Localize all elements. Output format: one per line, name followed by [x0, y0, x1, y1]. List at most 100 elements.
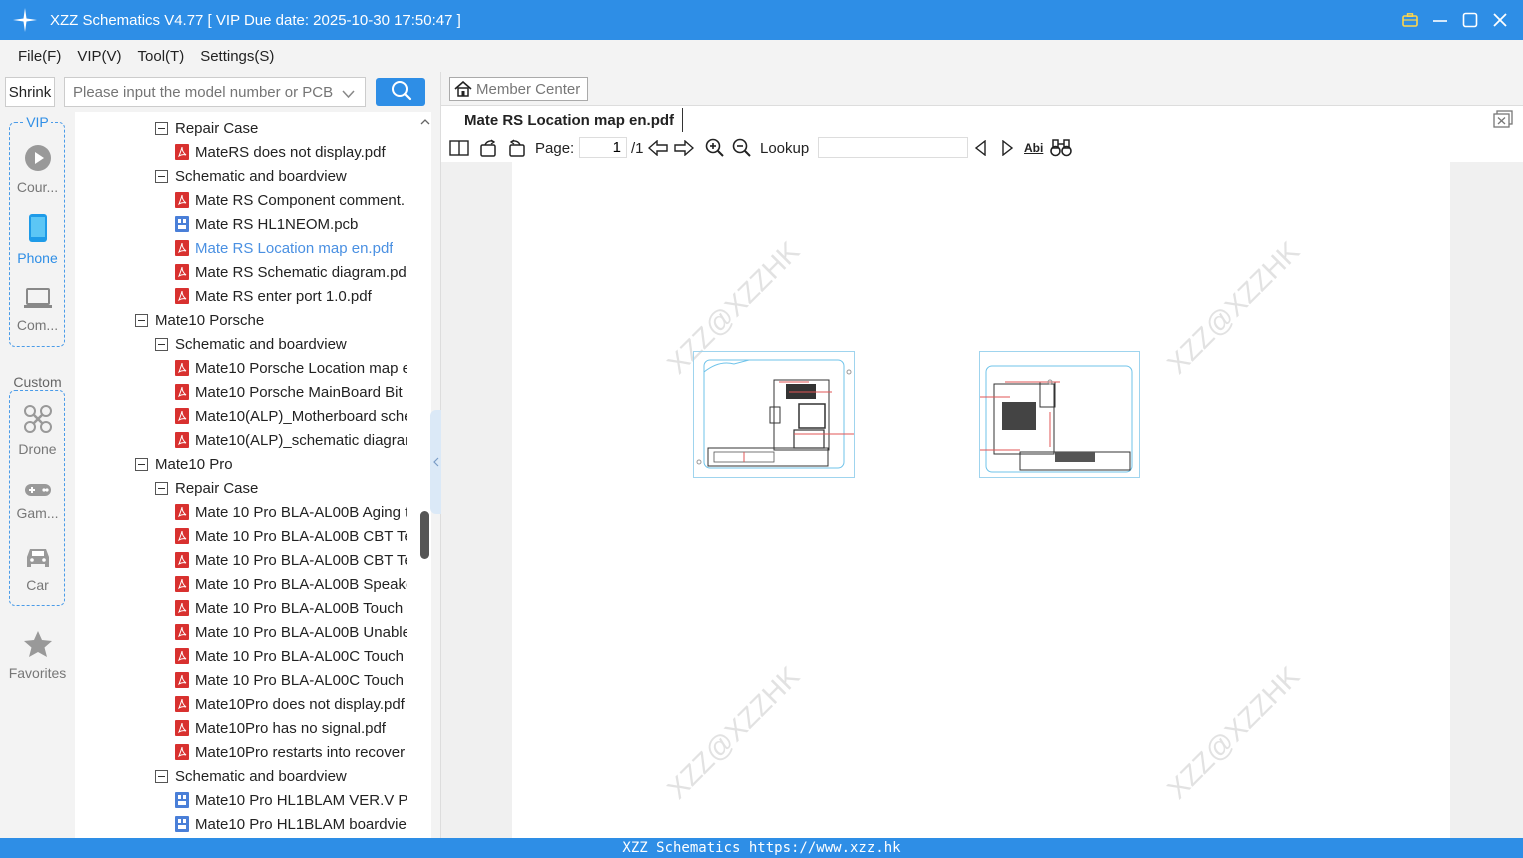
sidebar-item-phone[interactable]: Phone — [0, 213, 75, 266]
tree-file[interactable]: Mate RS HL1NEOM.pcb — [175, 212, 358, 236]
tree-file[interactable]: Mate 10 Pro BLA-AL00B Unable — [175, 620, 407, 644]
sidebar-item-drone[interactable]: Drone — [0, 404, 75, 457]
tree-folder[interactable]: Schematic and boardview — [155, 764, 347, 788]
menu-tool[interactable]: Tool(T) — [138, 48, 185, 65]
tree-file[interactable]: Mate10Pro does not display.pdf — [175, 692, 405, 716]
tree-item-label: Mate RS Location map en.pdf — [195, 239, 394, 257]
search-input[interactable] — [73, 83, 333, 101]
close-button[interactable] — [1491, 11, 1509, 29]
status-bar: XZZ Schematics https://www.xzz.hk — [0, 838, 1523, 858]
tree-file[interactable]: Mate 10 Pro BLA-AL00B Touch — [175, 596, 403, 620]
tree-file[interactable]: Mate RS Schematic diagram.pd — [175, 260, 407, 284]
tree-file[interactable]: Mate 10 Pro BLA-AL00C Touch — [175, 644, 404, 668]
tree-folder[interactable]: Mate10 Porsche — [135, 308, 264, 332]
next-page-icon[interactable] — [674, 138, 694, 158]
tree-file[interactable]: Mate RS enter port 1.0.pdf — [175, 284, 372, 308]
tree-folder[interactable]: Repair Case — [155, 476, 258, 500]
tree-file[interactable]: Mate RS Component comment. — [175, 188, 405, 212]
tree-item-label: Mate 10 Pro BLA-AL00B CBT Te — [195, 551, 407, 569]
binoculars-icon[interactable] — [1050, 138, 1072, 158]
category-sidebar: VIP Cour... Phone Com... Custom Drone Ga… — [0, 112, 75, 838]
vip-group-title: VIP — [24, 114, 51, 130]
menu-vip[interactable]: VIP(V) — [77, 48, 121, 65]
previous-page-icon[interactable] — [648, 138, 668, 158]
rotate-right-icon[interactable] — [506, 138, 526, 158]
tree-item-label: Mate10Pro does not display.pdf — [195, 695, 405, 713]
lookup-label: Lookup — [760, 139, 810, 157]
member-center-button[interactable]: Member Center — [449, 77, 588, 101]
tree-file[interactable]: Mate10 Porsche Location map e — [175, 356, 407, 380]
tree-file[interactable]: Mate10(ALP)_Motherboard sche — [175, 404, 407, 428]
collapse-icon[interactable] — [155, 121, 168, 135]
collapse-icon[interactable] — [155, 169, 168, 183]
app-logo-icon — [13, 8, 37, 32]
tree-file[interactable]: Mate 10 Pro BLA-AL00B Speake — [175, 572, 407, 596]
tree-folder[interactable]: Schematic and boardview — [155, 332, 347, 356]
sidebar-item-favorites[interactable]: Favorites — [0, 630, 75, 681]
zoom-in-icon[interactable] — [705, 138, 725, 158]
tree-file[interactable]: Mate10 Porsche MainBoard Bit — [175, 380, 403, 404]
tree-file[interactable]: Mate 10 Pro BLA-AL00B Aging t — [175, 500, 407, 524]
tree-file[interactable]: Mate10 Pro HL1BLAM boardvie — [175, 812, 407, 836]
pdf-file-icon — [175, 576, 189, 592]
search-button[interactable] — [376, 78, 425, 106]
pdf-file-icon — [175, 624, 189, 640]
match-case-button[interactable]: Abi — [1024, 138, 1043, 158]
tree-file[interactable]: Mate 10 Pro BLA-AL00B CBT Te — [175, 548, 407, 572]
title-bar: XZZ Schematics V4.77 [ VIP Due date: 202… — [0, 0, 1523, 40]
tree-file[interactable]: Mate10Pro has no signal.pdf — [175, 716, 386, 740]
tree-folder[interactable]: Schematic and boardview — [155, 164, 347, 188]
maximize-button[interactable] — [1461, 11, 1479, 29]
tree-item-label: Repair Case — [175, 479, 259, 497]
sidebar-item-car[interactable]: Car — [0, 546, 75, 593]
phone-icon — [0, 213, 75, 246]
tree-file[interactable]: Mate10 Pro HL1BLAM VER.V PC — [175, 788, 407, 812]
zoom-out-icon[interactable] — [732, 138, 752, 158]
collapse-icon[interactable] — [135, 457, 148, 471]
shrink-button[interactable]: Shrink — [5, 77, 55, 107]
page-number-input[interactable] — [579, 137, 627, 158]
menu-file[interactable]: File(F) — [18, 48, 61, 65]
model-search-combobox[interactable] — [64, 77, 366, 107]
tree-item-label: Mate10 Porsche Location map e — [195, 359, 407, 377]
menu-bar: File(F) VIP(V) Tool(T) Settings(S) — [0, 40, 1523, 72]
tree-item-label: Mate10 Pro HL1BLAM VER.V PC — [195, 791, 407, 809]
sidebar-item-courses[interactable]: Cour... — [0, 144, 75, 195]
find-next-icon[interactable] — [999, 138, 1015, 158]
pdf-file-icon — [175, 384, 189, 400]
sidebar-item-computer[interactable]: Com... — [0, 288, 75, 333]
briefcase-icon[interactable] — [1401, 11, 1419, 29]
watermark: XZZ@XZZHK — [661, 660, 806, 805]
tree-file[interactable]: Mate 10 Pro BLA-AL00C Touch — [175, 668, 404, 692]
lookup-input[interactable] — [818, 137, 968, 158]
sidebar-item-game[interactable]: Gam... — [0, 482, 75, 521]
minimize-button[interactable] — [1431, 11, 1449, 29]
menu-settings[interactable]: Settings(S) — [200, 48, 274, 65]
chevron-down-icon[interactable] — [342, 86, 355, 103]
tree-folder[interactable]: Repair Case — [155, 116, 258, 140]
pdf-page[interactable]: XZZ@XZZHK XZZ@XZZHK XZZ@XZZHK XZZ@XZZHK — [512, 162, 1450, 838]
find-previous-icon[interactable] — [973, 138, 989, 158]
board-layout-back — [979, 351, 1140, 478]
toggle-sidebar-icon[interactable] — [449, 138, 469, 158]
tree-file[interactable]: Mate10(ALP)_schematic diagrar — [175, 428, 407, 452]
pdf-file-icon — [175, 192, 189, 208]
tree-file[interactable]: Mate 10 Pro BLA-AL00B CBT Te — [175, 524, 407, 548]
tree-item-label: Mate 10 Pro BLA-AL00C Touch — [195, 671, 405, 689]
collapse-icon[interactable] — [155, 337, 168, 351]
tree-file[interactable]: Mate10Pro restarts into recover — [175, 740, 405, 764]
tab-document[interactable]: Mate RS Location map en.pdf — [456, 108, 684, 132]
right-header — [441, 72, 1523, 106]
collapse-icon[interactable] — [155, 481, 168, 495]
tree-item-label: Mate 10 Pro BLA-AL00B CBT Te — [195, 527, 407, 545]
tree-file[interactable]: MateRS does not display.pdf — [175, 140, 386, 164]
rotate-left-icon[interactable] — [479, 138, 499, 158]
pdf-file-icon — [175, 144, 189, 160]
collapse-icon[interactable] — [155, 769, 168, 783]
tree-scroll-thumb[interactable] — [420, 511, 429, 559]
board-layout-front — [693, 351, 859, 478]
collapse-icon[interactable] — [135, 313, 148, 327]
tree-folder[interactable]: Mate10 Pro — [135, 452, 233, 476]
tree-file[interactable]: Mate RS Location map en.pdf — [175, 236, 393, 260]
close-tabs-icon[interactable] — [1493, 110, 1513, 128]
